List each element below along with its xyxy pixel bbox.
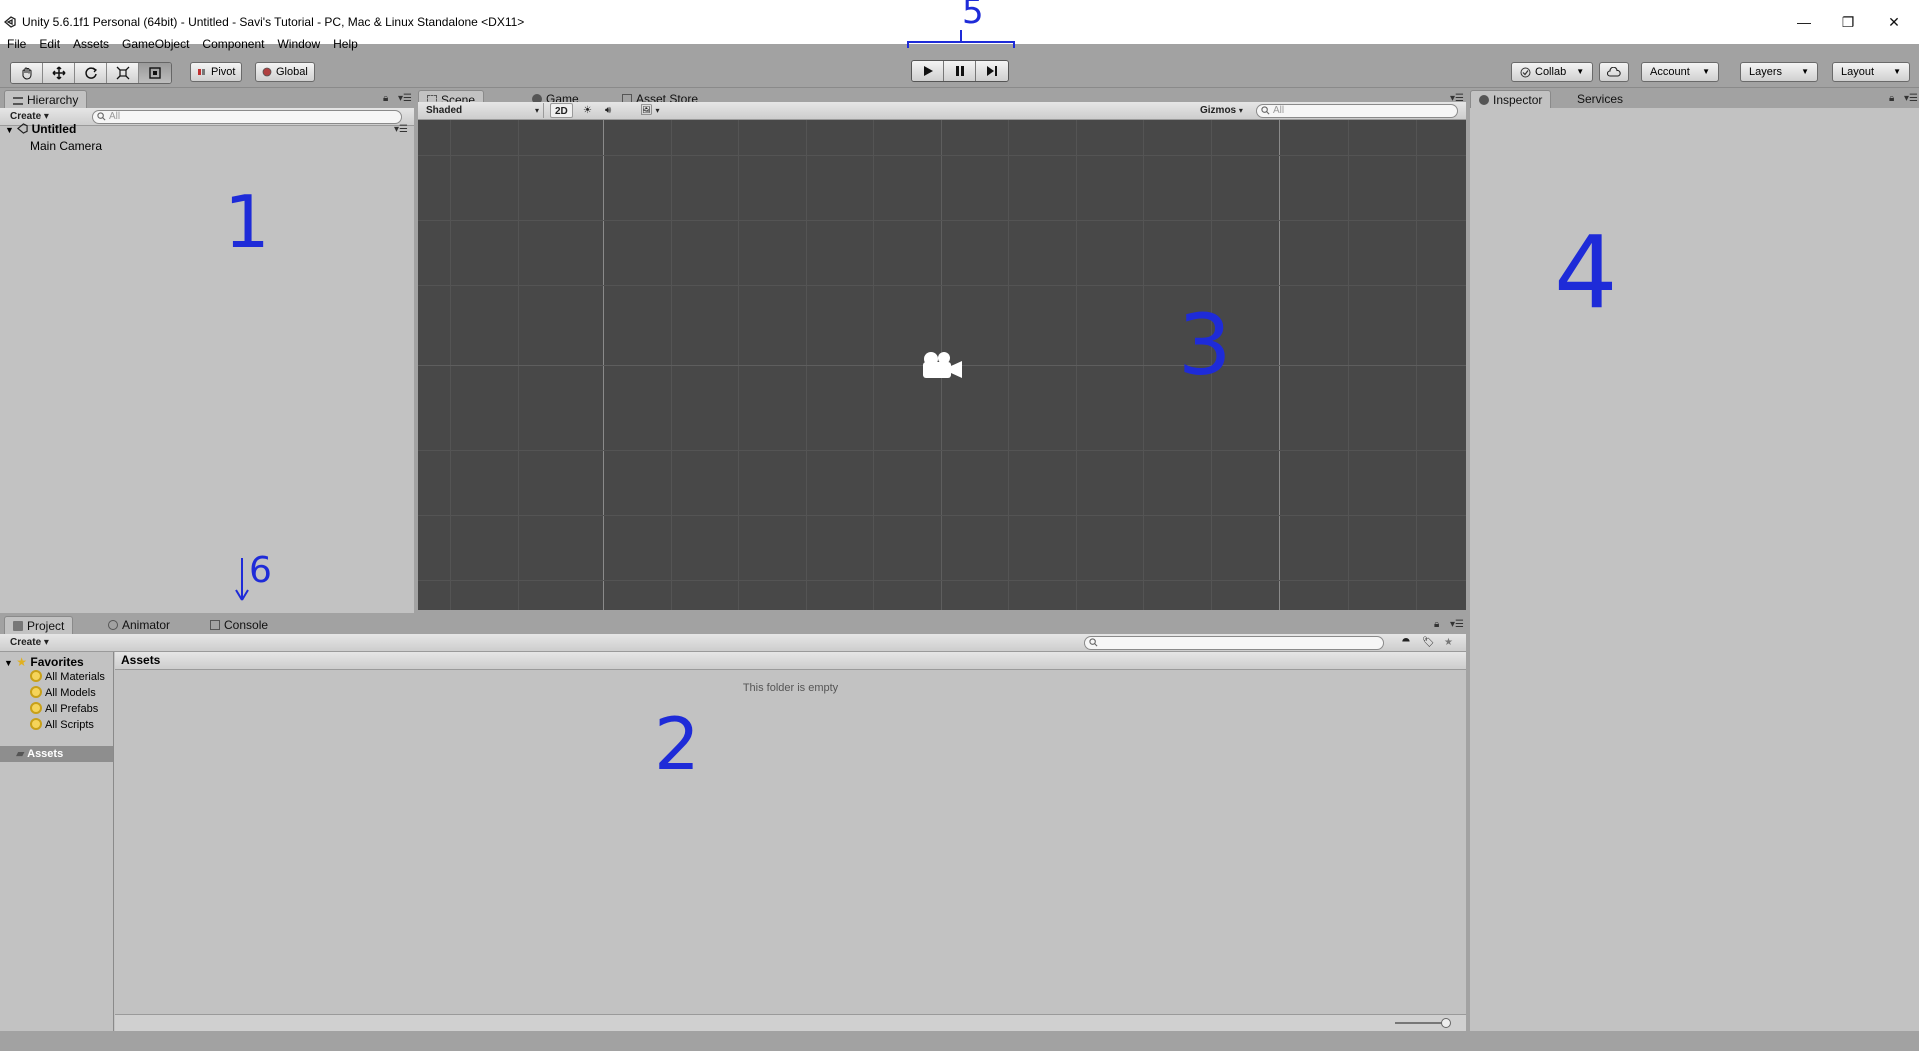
annotation-number: 3 (1178, 296, 1232, 394)
annotation-bracket (907, 30, 1015, 48)
annotation-number: 4 (1554, 214, 1618, 331)
annotation-number: 1 (224, 180, 270, 264)
annotation-number: 5 (962, 0, 984, 32)
annotation-number: 2 (654, 702, 700, 786)
annotation-overlay (235, 30, 1015, 601)
annotation-arrow (235, 558, 249, 601)
annotation-number: 6 (249, 550, 272, 591)
